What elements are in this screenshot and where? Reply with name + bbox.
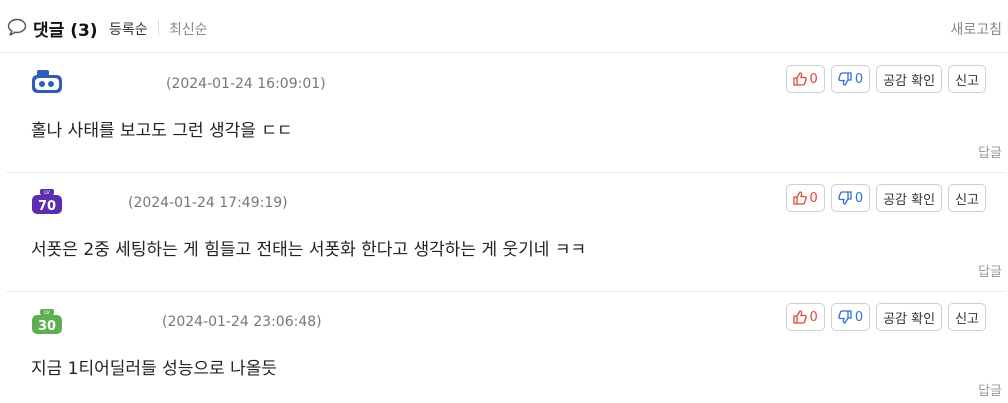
report-button[interactable]: 신고	[948, 65, 986, 93]
comment-text: 서폿은 2중 세팅하는 게 힘들고 전태는 서폿화 한다고 생각하는 게 웃기네…	[31, 240, 587, 260]
dislike-count: 0	[854, 71, 864, 87]
like-button[interactable]: 0	[785, 65, 825, 93]
comments-title: 댓글 (3)	[33, 21, 98, 41]
comment-date: (2024-01-24 17:49:19)	[128, 195, 288, 211]
thumbs-up-icon	[792, 191, 807, 205]
comment-date: (2024-01-24 23:06:48)	[162, 314, 322, 330]
level-badge-icon: LV 30	[32, 309, 62, 334]
empathy-check-button[interactable]: 공감 확인	[876, 184, 943, 212]
comment-item: (2024-01-24 16:09:01) 0 0 공감 확인 신고 홀나 사태…	[6, 54, 1006, 173]
dislike-button[interactable]: 0	[830, 303, 871, 331]
reply-button[interactable]: 답글	[978, 380, 1002, 399]
level-badge-icon: LV 70	[32, 189, 62, 214]
dislike-button[interactable]: 0	[830, 184, 871, 212]
speech-bubble-icon	[7, 18, 27, 36]
comment-text: 지금 1티어딜러들 성능으로 나올듯	[31, 359, 277, 379]
like-button[interactable]: 0	[785, 303, 825, 331]
dislike-button[interactable]: 0	[830, 65, 871, 93]
reply-button[interactable]: 답글	[978, 142, 1002, 161]
empathy-check-button[interactable]: 공감 확인	[876, 303, 943, 331]
refresh-button[interactable]: 새로고침	[950, 19, 1002, 39]
level-number: 70	[38, 199, 56, 214]
comments-header: 댓글 (3) 등록순 최신순 새로고침	[0, 0, 1008, 53]
thumbs-up-icon	[792, 310, 807, 324]
dislike-count: 0	[854, 190, 864, 206]
thumbs-down-icon	[838, 72, 852, 86]
like-count: 0	[809, 190, 818, 206]
like-count: 0	[809, 71, 818, 87]
like-count: 0	[809, 309, 818, 325]
dislike-count: 0	[854, 309, 864, 325]
comment-item: LV 30 (2024-01-24 23:06:48) 0 0 공감 확인 신고…	[6, 292, 1006, 403]
report-button[interactable]: 신고	[948, 303, 986, 331]
thumbs-down-icon	[838, 310, 852, 324]
sort-registered-button[interactable]: 등록순	[109, 19, 148, 39]
sort-latest-button[interactable]: 최신순	[169, 19, 208, 39]
level-number: 30	[38, 319, 56, 334]
like-button[interactable]: 0	[785, 184, 825, 212]
empathy-check-button[interactable]: 공감 확인	[876, 65, 943, 93]
comment-text: 홀나 사태를 보고도 그런 생각을 ㄷㄷ	[31, 121, 293, 141]
report-button[interactable]: 신고	[948, 184, 986, 212]
thumbs-down-icon	[838, 191, 852, 205]
sort-divider	[158, 20, 159, 35]
comment-item: LV 70 (2024-01-24 17:49:19) 0 0 공감 확인 신고…	[6, 173, 1006, 292]
thumbs-up-icon	[792, 72, 807, 86]
comment-date: (2024-01-24 16:09:01)	[166, 76, 326, 92]
reply-button[interactable]: 답글	[978, 261, 1002, 280]
level-badge-icon	[32, 70, 62, 93]
